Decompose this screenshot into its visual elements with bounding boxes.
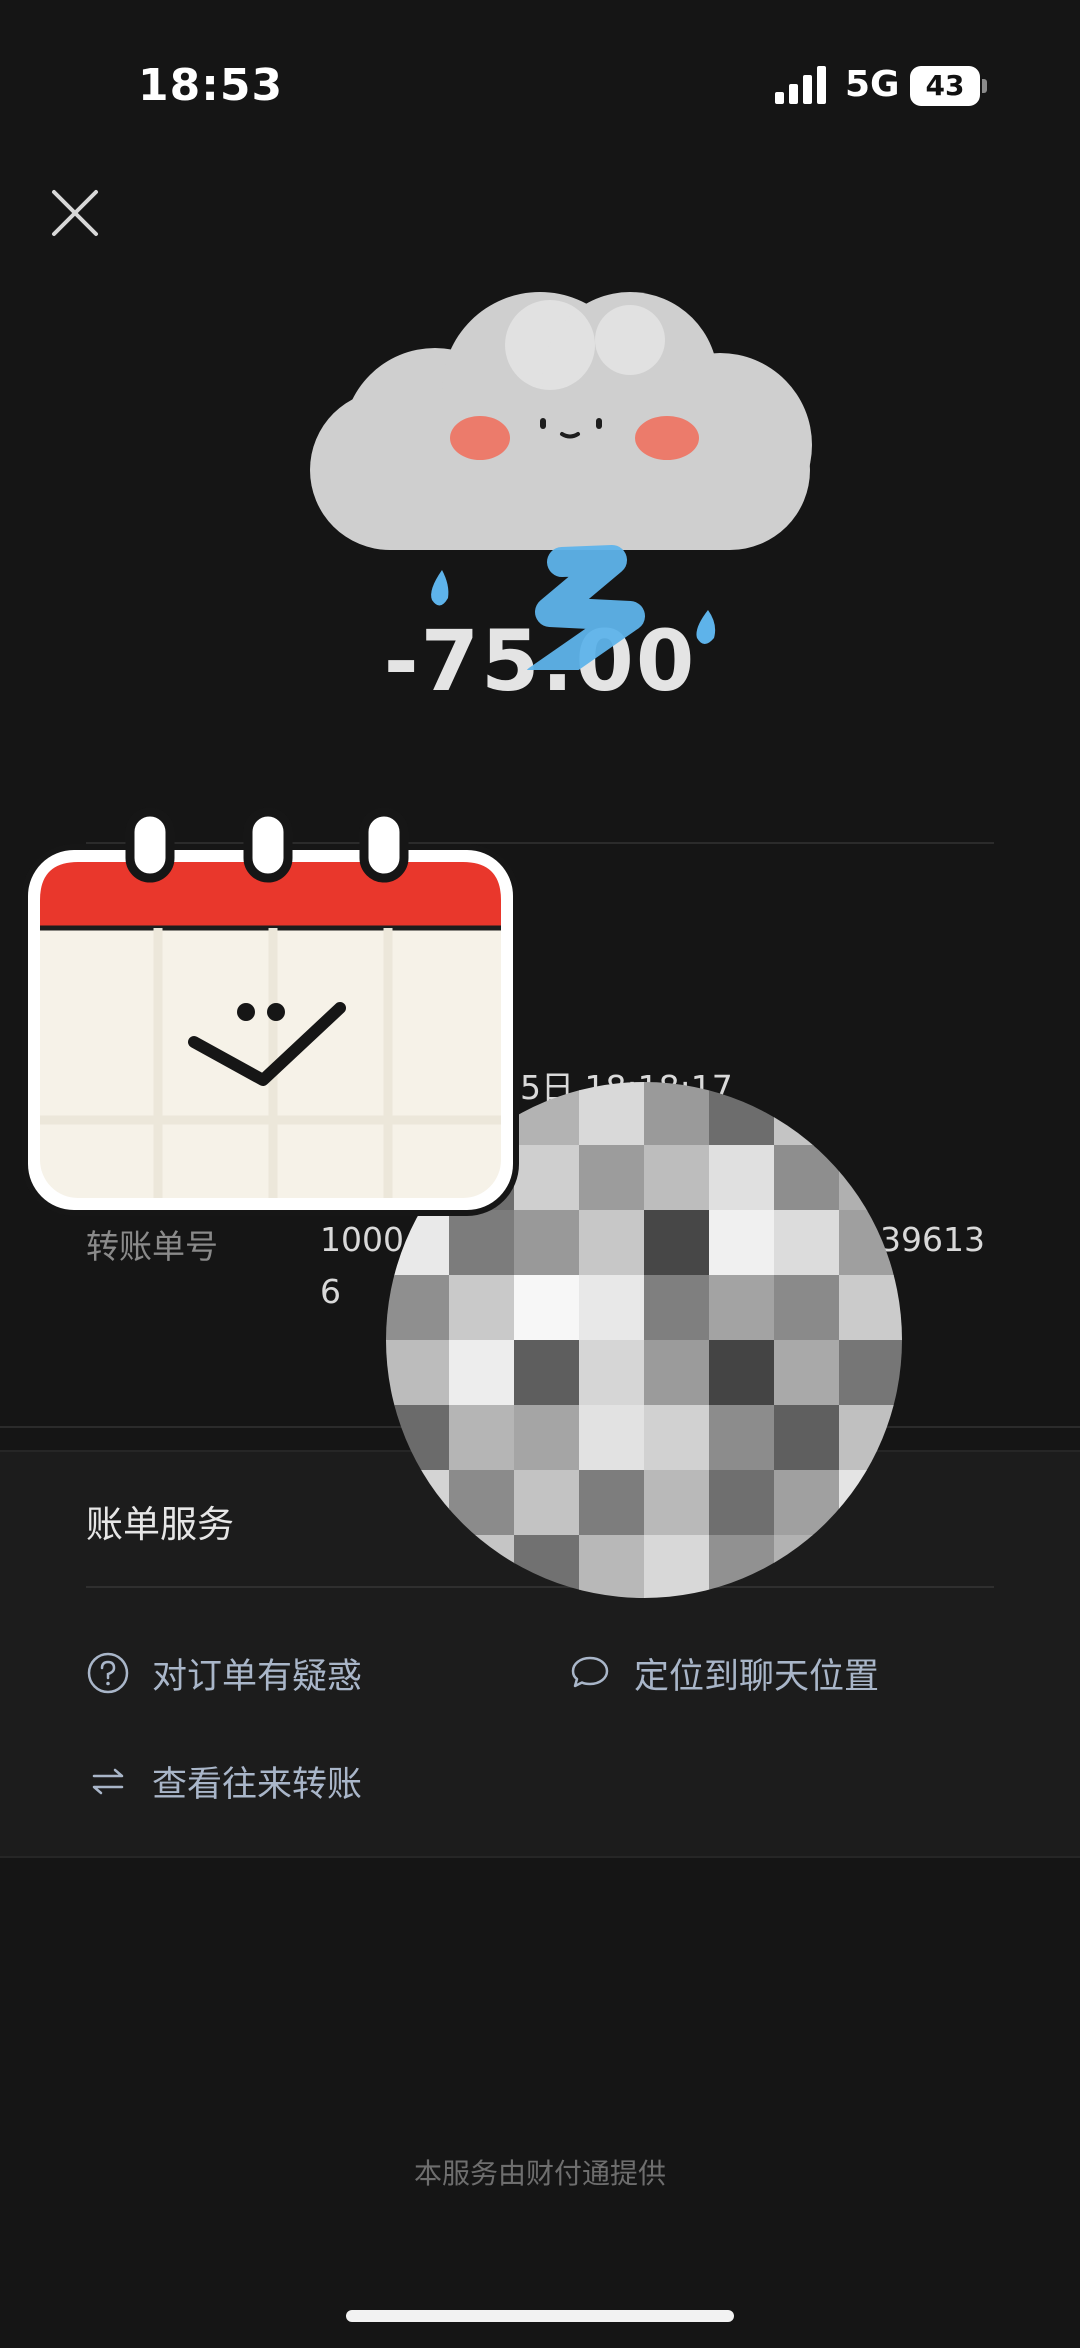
question-order-label: 对订单有疑惑 <box>152 1656 363 1697</box>
mosaic-tile <box>709 1210 775 1276</box>
mosaic-tile <box>579 1535 645 1598</box>
mosaic-tile <box>644 1535 710 1598</box>
status-time: 18:53 <box>138 60 284 111</box>
swap-arrows-icon <box>92 1768 124 1795</box>
view-transfers-link[interactable]: 查看往来转账 <box>86 1756 362 1806</box>
mosaic-tile <box>839 1340 902 1406</box>
mosaic-tile <box>774 1082 840 1146</box>
view-transfers-label: 查看往来转账 <box>152 1764 363 1805</box>
locate-chat-link[interactable]: 定位到聊天位置 <box>568 1648 879 1698</box>
mosaic-tile <box>449 1275 515 1341</box>
footer-provider-text: 本服务由财付通提供 <box>413 2157 666 2190</box>
mosaic-tile <box>514 1470 580 1536</box>
mosaic-tile <box>839 1082 902 1146</box>
mosaic-tile <box>514 1210 580 1276</box>
mosaic-tile <box>514 1535 580 1598</box>
mosaic-tile <box>579 1145 645 1211</box>
mosaic-tile <box>644 1470 710 1536</box>
mosaic-tile <box>386 1340 450 1406</box>
mosaic-tile <box>449 1470 515 1536</box>
locate-chat-label: 定位到聊天位置 <box>634 1656 880 1697</box>
mosaic-tile <box>709 1082 775 1146</box>
mosaic-tile <box>709 1340 775 1406</box>
transfer-no-value-line2: 6 <box>320 1272 341 1311</box>
mosaic-tile <box>514 1082 580 1146</box>
mosaic-tile <box>579 1210 645 1276</box>
mosaic-tile <box>709 1275 775 1341</box>
mosaic-tile <box>839 1210 902 1276</box>
mosaic-tile <box>709 1535 775 1598</box>
mosaic-tile <box>386 1535 450 1598</box>
mosaic-tile <box>449 1340 515 1406</box>
mosaic-tile <box>774 1340 840 1406</box>
transfer-no-label: 转账单号 <box>86 1227 218 1266</box>
mosaic-tile <box>579 1275 645 1341</box>
mosaic-tile <box>449 1535 515 1598</box>
mosaic-tile <box>386 1275 450 1341</box>
mosaic-tile <box>644 1340 710 1406</box>
mosaic-tile <box>514 1275 580 1341</box>
calendar-sticker <box>22 807 519 1216</box>
mosaic-tile <box>774 1210 840 1276</box>
mosaic-tile <box>774 1535 840 1598</box>
mosaic-tile <box>774 1405 840 1471</box>
mosaic-tile <box>709 1145 775 1211</box>
mosaic-tile <box>579 1470 645 1536</box>
mosaic-tile <box>709 1405 775 1471</box>
mosaic-tile <box>644 1145 710 1211</box>
mosaic-tile <box>449 1405 515 1471</box>
rain-cloud-sticker <box>310 292 812 670</box>
mosaic-tile <box>514 1145 580 1211</box>
mosaic-tile <box>514 1405 580 1471</box>
mosaic-tile <box>579 1405 645 1471</box>
close-icon[interactable] <box>48 186 102 240</box>
mosaic-tile <box>774 1145 840 1211</box>
mosaic-tile <box>774 1470 840 1536</box>
battery-icon: 43 <box>910 66 987 106</box>
mosaic-tile <box>386 1470 450 1536</box>
mosaic-tile <box>579 1082 645 1146</box>
mosaic-tile <box>839 1470 902 1536</box>
mosaic-tile <box>709 1470 775 1536</box>
mosaic-tile <box>644 1082 710 1146</box>
mosaic-tile <box>839 1535 902 1598</box>
mosaic-tile <box>644 1275 710 1341</box>
mosaic-tile <box>839 1405 902 1471</box>
mosaic-tile <box>644 1405 710 1471</box>
home-indicator[interactable] <box>346 2310 734 2322</box>
network-type: 5G <box>845 64 900 105</box>
mosaic-tile <box>386 1405 450 1471</box>
question-order-link[interactable]: 对订单有疑惑 <box>86 1648 362 1698</box>
signal-icon <box>775 66 826 104</box>
mosaic-tile <box>774 1275 840 1341</box>
question-circle-icon <box>87 1652 129 1694</box>
mosaic-tile <box>579 1340 645 1406</box>
mosaic-tile <box>839 1275 902 1341</box>
mosaic-tile <box>514 1340 580 1406</box>
bill-service-title: 账单服务 <box>86 1503 234 1546</box>
battery-level: 43 <box>925 69 965 102</box>
mosaic-tile <box>839 1145 902 1211</box>
mosaic-tile <box>644 1210 710 1276</box>
chat-bubble-icon <box>571 1656 609 1688</box>
